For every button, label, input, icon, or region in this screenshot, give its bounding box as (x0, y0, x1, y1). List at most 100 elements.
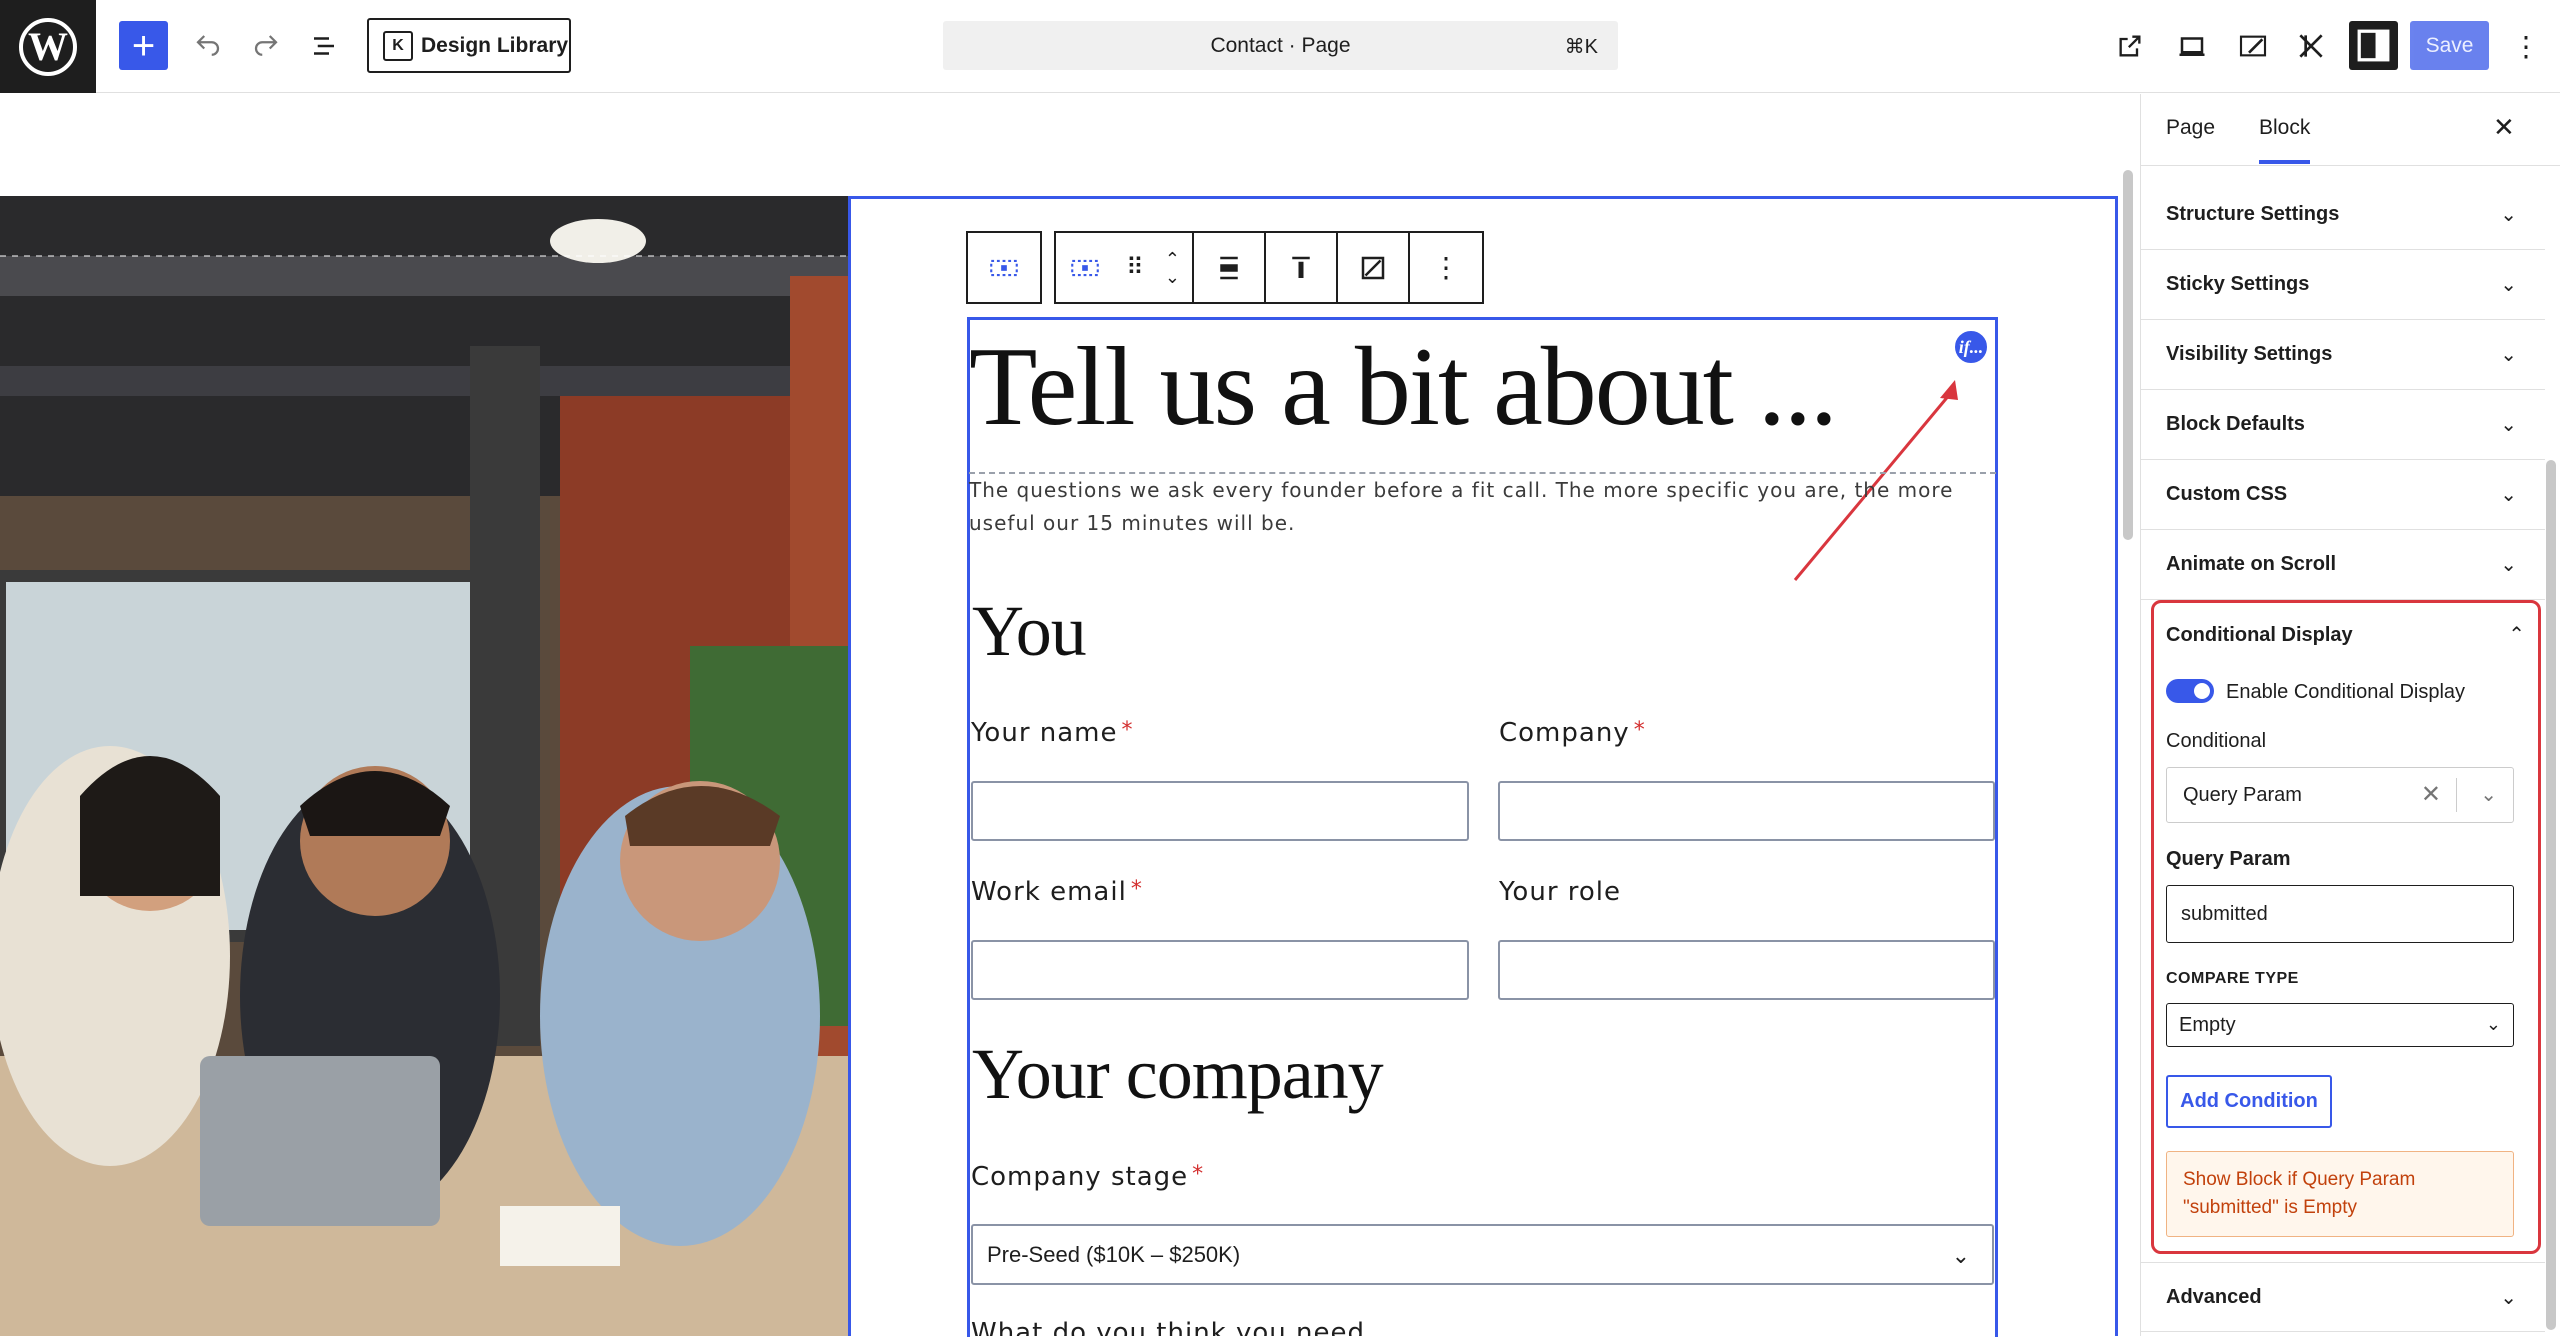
combobox-separator (2456, 778, 2457, 812)
overlay-button[interactable] (1338, 233, 1410, 302)
compare-type-label: COMPARE TYPE (2166, 970, 2299, 987)
chevron-down-icon: ⌄ (2500, 1287, 2517, 1309)
block-style-button[interactable] (2233, 26, 2273, 66)
drag-handle-icon[interactable]: ⠿ (1126, 253, 1143, 282)
chevron-down-icon: ⌄ (1951, 1243, 1970, 1268)
page-heading[interactable]: Tell us a bit about ... (969, 323, 1838, 452)
chevron-down-icon: ⌄ (2500, 414, 2517, 436)
combobox-value: Query Param (2183, 783, 2302, 806)
panel-advanced[interactable]: Advanced ⌄ (2141, 1262, 2545, 1332)
label-text: Company (1499, 718, 1630, 748)
required-mark: * (1192, 1162, 1205, 1187)
panel-structure-settings[interactable]: Structure Settings ⌄ (2141, 180, 2545, 250)
panel-sticky-settings[interactable]: Sticky Settings ⌄ (2141, 250, 2545, 320)
sidebar-scrollbar[interactable] (2546, 460, 2556, 1330)
clear-icon[interactable]: ✕ (2421, 780, 2441, 809)
panel-title: Animate on Scroll (2166, 553, 2337, 575)
conditional-indicator-badge[interactable]: if... (1953, 329, 1989, 365)
section-block-icon (1071, 259, 1099, 276)
canvas-scrollbar[interactable] (2123, 170, 2133, 540)
redo-icon (254, 35, 278, 56)
kadence-k-icon (2299, 34, 2323, 58)
vertical-align-button[interactable] (1266, 233, 1338, 302)
chevron-down-icon: ⌄ (2500, 344, 2517, 366)
external-link-icon (2119, 35, 2141, 57)
move-up-down-icon[interactable]: ⌃ ⌄ (1165, 250, 1180, 286)
command-palette-button[interactable]: Contact · Page ⌘K (943, 21, 1618, 70)
name-input[interactable] (971, 781, 1469, 841)
save-button[interactable]: Save (2410, 21, 2489, 70)
settings-sidebar: Page Block ✕ Structure Settings ⌄ Sticky … (2140, 94, 2560, 1336)
query-param-input[interactable]: submitted (2166, 885, 2514, 943)
condition-summary-notice: Show Block if Query Param "submitted" is… (2166, 1151, 2514, 1237)
more-vertical-icon: ⋮ (2512, 30, 2540, 62)
panel-title: Visibility Settings (2166, 343, 2333, 365)
required-mark: * (1130, 877, 1143, 902)
company-input[interactable] (1498, 781, 1995, 841)
conditional-type-combobox[interactable]: Query Param ✕ ⌄ (2166, 767, 2514, 823)
sidebar-icon (2357, 29, 2390, 62)
field-label-email: Work email * (971, 877, 1143, 907)
wordpress-logo-icon: W (19, 17, 77, 76)
role-input[interactable] (1498, 940, 1995, 1000)
panel-title: Block Defaults (2166, 413, 2305, 435)
required-mark: * (1633, 718, 1646, 743)
panel-title: Advanced (2166, 1285, 2262, 1308)
list-view-icon (314, 37, 334, 55)
panel-animate-on-scroll[interactable]: Animate on Scroll ⌄ (2141, 530, 2545, 600)
view-page-button[interactable] (2110, 26, 2150, 66)
compare-type-select[interactable]: Empty ⌄ (2166, 1003, 2514, 1047)
design-library-label: Design Library (421, 33, 569, 57)
close-sidebar-icon[interactable]: ✕ (2493, 112, 2515, 143)
style-book-icon (2239, 35, 2267, 57)
chevron-down-icon: ⌄ (2500, 204, 2517, 226)
chevron-down-icon: ⌄ (2500, 484, 2517, 506)
field-label-needs: What do you think you need (971, 1318, 1365, 1336)
document-overview-button[interactable] (304, 26, 344, 66)
field-label-name: Your name * (971, 718, 1134, 748)
wordpress-logo-button[interactable]: W (0, 0, 96, 93)
panel-visibility-settings[interactable]: Visibility Settings ⌄ (2141, 320, 2545, 390)
select-parent-button[interactable] (968, 233, 1040, 302)
chevron-down-icon: ⌄ (2500, 554, 2517, 576)
panel-title: Sticky Settings (2166, 273, 2310, 295)
tab-page[interactable]: Page (2166, 116, 2215, 140)
chevron-up-icon[interactable]: ⌃ (2508, 622, 2525, 647)
add-condition-button[interactable]: Add Condition (2166, 1075, 2332, 1128)
kadence-controls-button[interactable] (2291, 26, 2331, 66)
parent-select-group (966, 231, 1042, 304)
block-mover[interactable]: ⠿ ⌃ ⌄ (1056, 233, 1194, 302)
company-stage-select[interactable]: Pre-Seed ($10K – $250K) ⌄ (971, 1224, 1994, 1285)
align-button[interactable] (1194, 233, 1266, 302)
select-value: Empty (2179, 1013, 2236, 1036)
section-heading-you[interactable]: You (972, 590, 1087, 673)
block-toolbar: ⠿ ⌃ ⌄ ⋮ (966, 231, 1484, 304)
sidebar-tabs: Page Block ✕ (2141, 94, 2560, 166)
add-block-button[interactable]: + (119, 21, 168, 70)
kadence-icon: K (383, 30, 413, 61)
block-options-button[interactable]: ⋮ (1410, 233, 1482, 302)
panel-block-defaults[interactable]: Block Defaults ⌄ (2141, 390, 2545, 460)
select-value: Pre-Seed ($10K – $250K) (987, 1241, 1241, 1267)
conditional-label: Conditional (2166, 730, 2267, 752)
preview-device-button[interactable] (2172, 26, 2212, 66)
undo-button[interactable] (188, 26, 228, 66)
editor-top-bar: W + K Design Library Contact · Page ⌘K S… (0, 0, 2560, 93)
enable-conditional-toggle[interactable] (2166, 679, 2214, 703)
tab-block[interactable]: Block (2259, 116, 2311, 164)
panel-conditional-display[interactable]: Conditional Display (2166, 624, 2353, 647)
chevron-down-icon[interactable]: ⌄ (2480, 782, 2497, 807)
settings-sidebar-toggle[interactable] (2349, 21, 2398, 70)
field-label-company: Company * (1499, 718, 1646, 748)
panel-custom-css[interactable]: Custom CSS ⌄ (2141, 460, 2545, 530)
label-text: Your name (971, 718, 1118, 748)
chevron-down-icon: ⌄ (2485, 1014, 2501, 1034)
design-library-button[interactable]: K Design Library (367, 18, 571, 73)
redo-button[interactable] (246, 26, 286, 66)
command-shortcut: ⌘K (1564, 36, 1598, 58)
team-meeting-photo (0, 196, 848, 1336)
section-heading-company[interactable]: Your company (972, 1033, 1384, 1116)
email-input[interactable] (971, 940, 1469, 1000)
intro-paragraph[interactable]: The questions we ask every founder befor… (969, 474, 1999, 540)
options-menu-button[interactable]: ⋮ (2506, 26, 2546, 66)
